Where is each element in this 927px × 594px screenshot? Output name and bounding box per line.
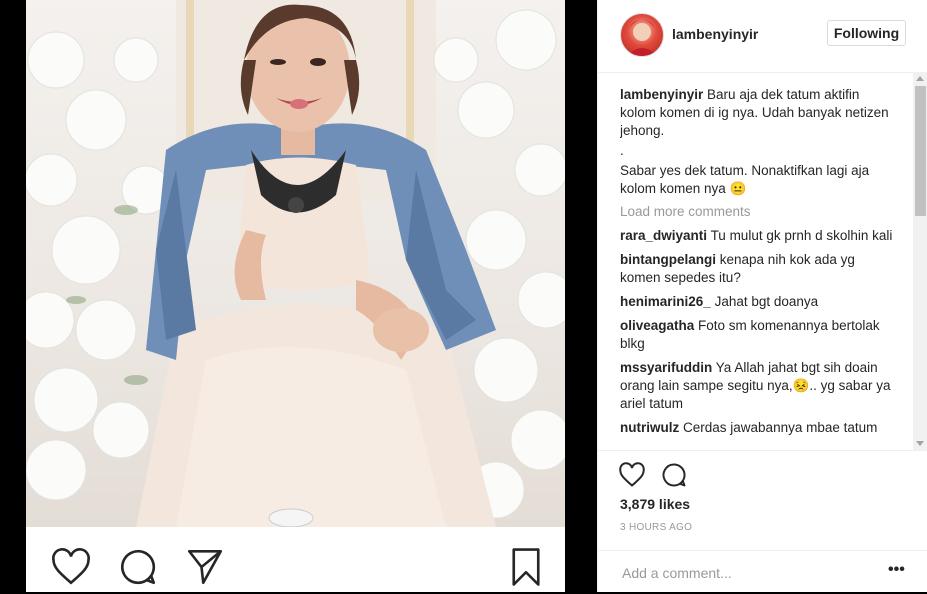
heart-icon[interactable]	[618, 461, 646, 489]
scroll-down-arrow-icon[interactable]	[916, 441, 924, 446]
comment-username[interactable]: nutriwulz	[620, 420, 679, 435]
photo-illustration	[26, 0, 565, 527]
bookmark-icon[interactable]	[503, 544, 549, 590]
caption: lambenyinyir Baru aja dek tatum aktifin …	[620, 86, 898, 140]
comment-username[interactable]: bintangpelangi	[620, 252, 716, 267]
comment-username[interactable]: henimarini26_	[620, 294, 711, 309]
list-item: mssyarifuddin Ya Allah jahat bgt sih doa…	[620, 359, 898, 413]
load-more-comments-link[interactable]: Load more comments	[620, 204, 898, 219]
comment-text: Tu mulut gk prnh d skolhin kali	[710, 228, 893, 243]
comment-text: Cerdas jawabannya mbae tatum	[683, 420, 878, 435]
likes-count[interactable]: 3,879 likes	[620, 496, 690, 512]
photo-action-bar	[26, 527, 565, 592]
scroll-up-arrow-icon[interactable]	[916, 76, 924, 81]
comment-username[interactable]: rara_dwiyanti	[620, 228, 707, 243]
add-comment-input[interactable]	[620, 561, 874, 585]
post-timestamp[interactable]: 3 HOURS AGO	[620, 522, 692, 533]
list-item: henimarini26_ Jahat bgt doanya	[620, 293, 898, 311]
list-item: nutriwulz Cerdas jawabannya mbae tatum	[620, 419, 898, 437]
caption-line-3: Sabar yes dek tatum. Nonaktifkan lagi aj…	[620, 163, 870, 196]
list-item: bintangpelangi kenapa nih kok ada yg kom…	[620, 251, 898, 287]
background-margin-left	[0, 0, 26, 592]
following-button[interactable]: Following	[827, 20, 906, 46]
post-photo[interactable]	[26, 0, 565, 527]
comments-scrollbar[interactable]	[913, 72, 927, 450]
post-header: lambenyinyir Following	[598, 0, 927, 73]
background-margin-middle	[565, 0, 597, 592]
caption-line-2: .	[620, 143, 624, 158]
post-actions: 3,879 likes 3 HOURS AGO •••	[598, 450, 927, 593]
comment-text: Jahat bgt doanya	[714, 294, 819, 309]
add-comment-section: •••	[598, 550, 927, 594]
list-item: oliveagatha Foto sm komenannya bertolak …	[620, 317, 898, 353]
post-username[interactable]: lambenyinyir	[672, 26, 758, 42]
list-item: rara_dwiyanti Tu mulut gk prnh d skolhin…	[620, 227, 898, 245]
caption-username[interactable]: lambenyinyir	[620, 87, 703, 102]
post-details-panel: lambenyinyir Following lambenyinyir Baru…	[597, 0, 927, 592]
scrollbar-thumb[interactable]	[915, 86, 926, 216]
comment-username[interactable]: oliveagatha	[620, 318, 694, 333]
comments-list: lambenyinyir Baru aja dek tatum aktifin …	[620, 86, 898, 450]
comment-icon[interactable]	[115, 544, 161, 590]
heart-icon[interactable]	[48, 544, 94, 590]
send-icon[interactable]	[182, 544, 228, 590]
comment-username[interactable]: mssyarifuddin	[620, 360, 712, 375]
more-options-icon[interactable]: •••	[888, 561, 905, 579]
avatar[interactable]	[620, 13, 664, 57]
comment-icon[interactable]	[660, 461, 688, 489]
